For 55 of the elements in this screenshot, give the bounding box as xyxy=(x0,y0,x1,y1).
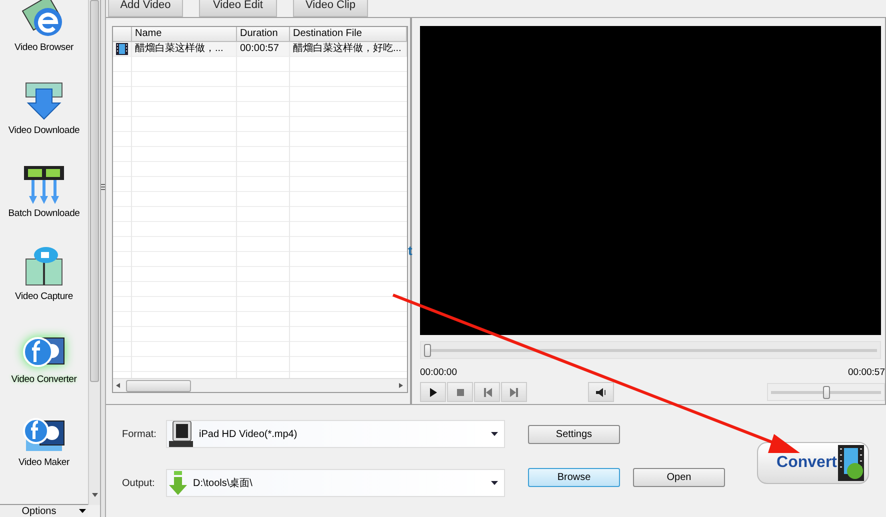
stray-letter: t xyxy=(408,243,412,258)
download-arrow-icon xyxy=(169,471,187,495)
total-time: 00:00:57 xyxy=(848,367,885,378)
tab[interactable]: Video Edit xyxy=(199,0,277,17)
sidebar-item[interactable]: Video Capture xyxy=(0,227,88,310)
film-refresh-icon xyxy=(838,445,864,481)
stop-button[interactable] xyxy=(447,382,473,402)
open-button[interactable]: Open xyxy=(633,468,725,486)
caret-icon xyxy=(491,481,498,485)
splitter-grip-icon[interactable] xyxy=(101,184,105,190)
scroll-down-icon[interactable] xyxy=(92,493,98,497)
table-cell: 醋熘白菜这样做，好吃... xyxy=(290,42,407,57)
format-label: Format: xyxy=(122,428,158,440)
previous-button[interactable] xyxy=(474,382,500,402)
table-cell: 00:00:57 xyxy=(237,42,290,57)
caret-icon xyxy=(491,432,498,436)
column-header[interactable]: Duration xyxy=(237,27,290,42)
play-icon xyxy=(428,386,438,398)
seek-slider[interactable] xyxy=(424,344,877,356)
column-header[interactable]: Name xyxy=(132,27,237,42)
output-label: Output: xyxy=(122,478,156,488)
browse-button[interactable]: Browse xyxy=(528,468,620,486)
slider-thumb[interactable] xyxy=(822,386,830,398)
previous-icon xyxy=(482,386,492,398)
options-button[interactable]: Options xyxy=(0,504,88,517)
scrollbar-thumb[interactable] xyxy=(90,0,99,382)
volume-slider[interactable] xyxy=(771,386,881,398)
next-button[interactable] xyxy=(501,382,527,402)
dropdown-field[interactable]: iPad HD Video(*.mp4) xyxy=(166,420,505,448)
table-cell: 醋熘白菜这样做，... xyxy=(132,42,237,57)
sidebar-item[interactable]: Video Browser xyxy=(0,0,88,61)
mute-button[interactable] xyxy=(588,382,614,402)
scroll-right-icon[interactable] xyxy=(399,383,403,388)
column-header[interactable]: Destination File xyxy=(290,27,407,42)
scrollbar-thumb[interactable] xyxy=(126,380,191,392)
dropdown-field[interactable]: D:\tools\桌面\ xyxy=(166,469,505,497)
speaker-icon xyxy=(596,388,606,396)
tab[interactable]: Add Video xyxy=(108,0,183,17)
stop-icon xyxy=(454,386,466,398)
scroll-left-icon[interactable] xyxy=(116,383,120,388)
sidebar-item[interactable]: Video Converter xyxy=(0,310,88,393)
settings-button[interactable]: Settings xyxy=(528,424,620,444)
current-time: 00:00:00 xyxy=(420,367,457,378)
film-icon xyxy=(116,43,128,55)
convert-button[interactable]: Convert xyxy=(757,442,869,484)
sidebar-item[interactable]: Batch Downloade xyxy=(0,144,88,227)
next-icon xyxy=(508,386,520,398)
sidebar-item[interactable]: Video Downloade xyxy=(0,61,88,144)
tablet-icon xyxy=(169,421,193,447)
tab[interactable]: Video Clip xyxy=(293,0,368,17)
play-button[interactable] xyxy=(420,382,446,402)
caret-icon xyxy=(79,509,86,513)
slider-thumb[interactable] xyxy=(424,344,431,356)
horizontal-scrollbar[interactable] xyxy=(113,378,407,392)
sidebar-item[interactable]: Video Maker xyxy=(0,393,88,476)
